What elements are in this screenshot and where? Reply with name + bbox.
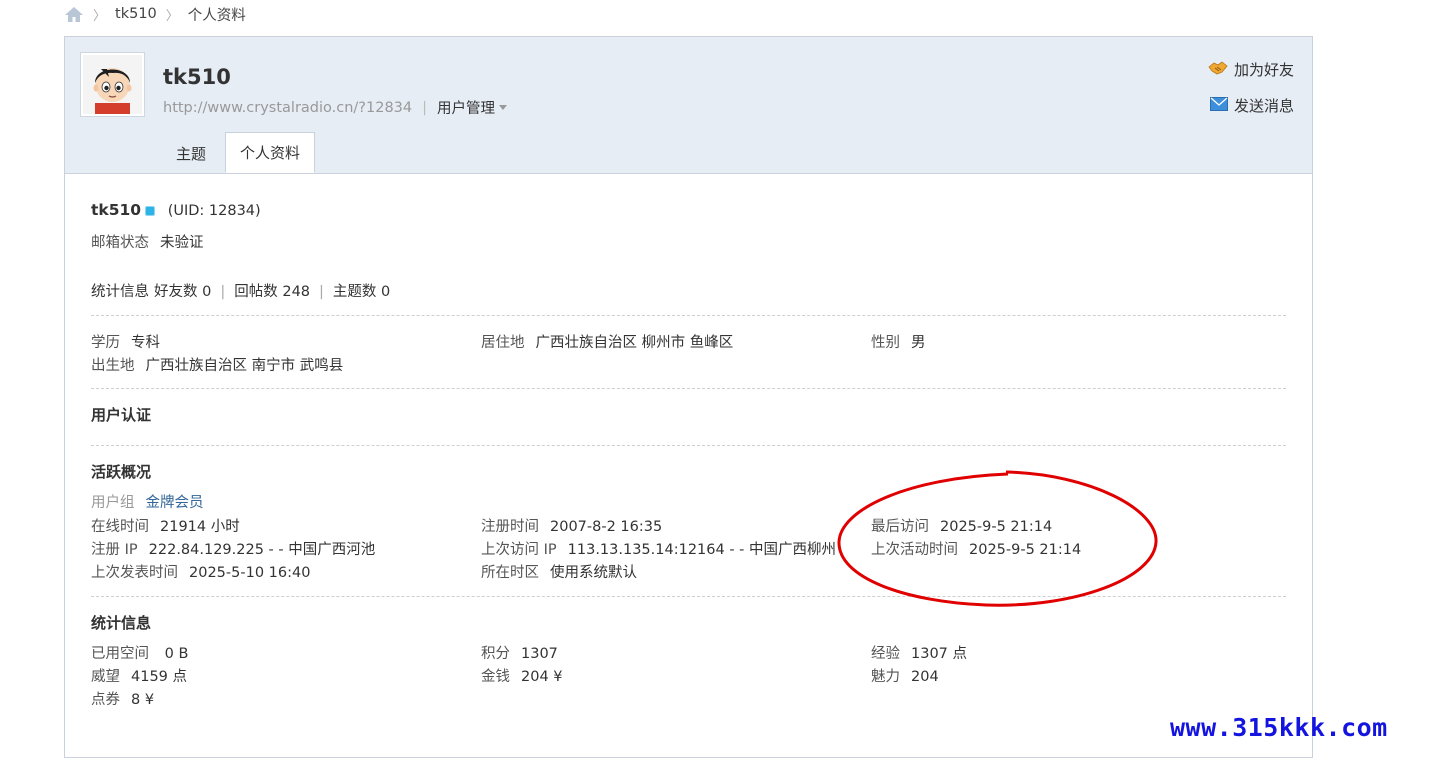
email-status-label: 邮箱状态 (91, 235, 149, 251)
usergroup-row: 用户组 金牌会员 (91, 491, 204, 512)
user-auth-heading: 用户认证 (91, 406, 152, 424)
gender-label: 性别 (871, 335, 900, 351)
tab-profile[interactable]: 个人资料 (225, 132, 315, 173)
section-divider (91, 445, 1286, 446)
birthplace-row: 出生地 广西壮族自治区 南宁市 武鸣县 (91, 354, 343, 375)
send-message-label: 发送消息 (1233, 97, 1294, 115)
used-space-value: 0 B (160, 646, 189, 662)
experience-value: 1307 点 (911, 646, 968, 662)
points-label: 积分 (481, 646, 510, 662)
uid-text: (UID: 12834) (167, 203, 261, 219)
friends-count-link[interactable]: 好友数 0 (154, 284, 211, 300)
last-post-label: 上次发表时间 (91, 565, 178, 581)
residence-label: 居住地 (481, 335, 525, 351)
last-ip-label: 上次访问 IP (481, 542, 557, 558)
last-post-value: 2025-5-10 16:40 (189, 565, 311, 581)
reg-ip-value: 222.84.129.225 - - 中国广西河池 (148, 542, 376, 558)
experience-row: 经验 1307 点 (871, 642, 967, 663)
stats-summary-row: 统计信息 好友数 0 | 回帖数 248 | 主题数 0 (91, 280, 390, 301)
money-row: 金钱 204 ¥ (481, 665, 563, 686)
reg-ip-label: 注册 IP (91, 542, 138, 558)
online-time-label: 在线时间 (91, 519, 149, 535)
experience-label: 经验 (871, 646, 900, 662)
timezone-row: 所在时区 使用系统默认 (481, 561, 637, 582)
gender-value: 男 (911, 335, 926, 351)
reg-time-value: 2007-8-2 16:35 (550, 519, 663, 535)
profile-url[interactable]: http://www.crystalradio.cn/?12834 (163, 100, 412, 116)
prestige-value: 4159 点 (131, 669, 188, 685)
profile-name: tk510 (91, 201, 142, 219)
timezone-value: 使用系统默认 (550, 565, 637, 581)
used-space-row: 已用空间 0 B (91, 642, 188, 663)
tab-topics[interactable]: 主题 (176, 143, 206, 164)
handshake-icon (1208, 60, 1228, 80)
divider: | (422, 99, 428, 116)
breadcrumb-separator: 〉 (93, 8, 107, 24)
charm-value: 204 (911, 669, 939, 685)
stats-summary-label: 统计信息 (91, 284, 149, 300)
education-label: 学历 (91, 335, 120, 351)
reg-time-row: 注册时间 2007-8-2 16:35 (481, 515, 662, 536)
activity-heading: 活跃概况 (91, 463, 152, 481)
coupon-label: 点券 (91, 692, 120, 708)
education-row: 学历 专科 (91, 331, 160, 352)
watermark-text: www.315kkk.com (1170, 713, 1388, 742)
online-status-icon (145, 206, 156, 216)
breadcrumb-current: 个人资料 (187, 7, 246, 24)
timezone-label: 所在时区 (481, 565, 539, 581)
add-friend-label: 加为好友 (1233, 61, 1294, 79)
used-space-label: 已用空间 (91, 646, 149, 662)
divider: | (220, 284, 226, 300)
education-value: 专科 (131, 335, 160, 351)
breadcrumb-separator: 〉 (165, 8, 179, 24)
money-value: 204 ¥ (521, 669, 563, 685)
profile-header: tk510 http://www.crystalradio.cn/?12834 … (65, 37, 1312, 174)
email-status-row: 邮箱状态 未验证 (91, 231, 204, 252)
coupon-value: 8 ¥ (131, 692, 155, 708)
divider: | (319, 284, 324, 300)
prestige-row: 威望 4159 点 (91, 665, 187, 686)
last-ip-row: 上次访问 IP 113.13.135.14:12164 - - 中国广西柳州 (481, 538, 836, 559)
topics-count-link[interactable]: 主题数 0 (333, 284, 390, 300)
name-line: tk510 (UID: 12834) (91, 201, 261, 219)
user-manage-menu[interactable]: 用户管理 (437, 97, 495, 118)
coupon-row: 点券 8 ¥ (91, 688, 154, 709)
section-divider (91, 388, 1286, 389)
statistics-heading: 统计信息 (91, 614, 152, 632)
birthplace-label: 出生地 (91, 358, 135, 374)
prestige-label: 威望 (91, 669, 120, 685)
reg-time-label: 注册时间 (481, 519, 539, 535)
profile-panel: tk510 http://www.crystalradio.cn/?12834 … (64, 36, 1313, 758)
send-message-button[interactable]: 发送消息 (1209, 95, 1294, 116)
charm-label: 魅力 (871, 669, 900, 685)
last-post-row: 上次发表时间 2025-5-10 16:40 (91, 561, 310, 582)
residence-value: 广西壮族自治区 柳州市 鱼峰区 (535, 335, 734, 351)
online-time-row: 在线时间 21914 小时 (91, 515, 240, 536)
residence-row: 居住地 广西壮族自治区 柳州市 鱼峰区 (481, 331, 733, 352)
breadcrumb-user-link[interactable]: tk510 (115, 6, 157, 22)
email-status-value: 未验证 (160, 235, 204, 251)
breadcrumb: 〉 tk510 〉 个人资料 (64, 4, 246, 24)
profile-username: tk510 (163, 65, 231, 89)
avatar[interactable] (80, 52, 145, 117)
annotation-circle (837, 470, 1158, 607)
charm-row: 魅力 204 (871, 665, 939, 686)
home-icon[interactable] (64, 5, 84, 23)
chevron-down-icon[interactable] (499, 105, 508, 110)
usergroup-link[interactable]: 金牌会员 (146, 495, 204, 511)
birthplace-value: 广西壮族自治区 南宁市 武鸣县 (145, 358, 344, 374)
add-friend-button[interactable]: 加为好友 (1208, 59, 1294, 80)
money-label: 金钱 (481, 669, 510, 685)
points-value: 1307 (521, 646, 558, 662)
last-ip-value: 113.13.135.14:12164 - - 中国广西柳州 (567, 542, 837, 558)
section-divider (91, 315, 1286, 316)
online-time-value: 21914 小时 (160, 519, 240, 535)
points-row: 积分 1307 (481, 642, 558, 663)
profile-url-row: http://www.crystalradio.cn/?12834 | 用户管理 (163, 97, 508, 118)
usergroup-label: 用户组 (91, 495, 135, 511)
envelope-icon (1209, 96, 1228, 115)
gender-row: 性别男 (871, 331, 926, 352)
reg-ip-row: 注册 IP 222.84.129.225 - - 中国广西河池 (91, 538, 375, 559)
replies-count-link[interactable]: 回帖数 248 (234, 284, 310, 300)
